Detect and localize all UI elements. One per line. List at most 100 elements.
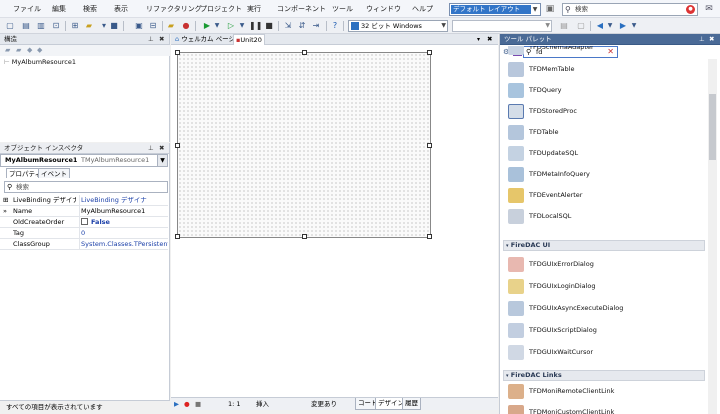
property-value[interactable]: System.Classes.TPersistent (79, 239, 168, 250)
close-all-icon[interactable]: ⊡ (50, 20, 62, 32)
menu-project[interactable]: プロジェクト (200, 4, 242, 14)
menu-help[interactable]: ヘルプ (412, 4, 433, 14)
pin-icon[interactable]: ⊥ (148, 34, 154, 45)
palette-item[interactable]: TFDLocalSQL (500, 206, 705, 227)
remove-file-icon[interactable]: ● (180, 20, 192, 32)
palette-item[interactable]: TFDMoniRemoteClientLink (500, 381, 705, 402)
palette-item[interactable]: TFDEventAlerter (500, 185, 705, 206)
palette-item[interactable]: TFDTable (500, 122, 705, 143)
tab-unit20[interactable]: ▪Unit20 (233, 34, 265, 45)
menu-refactor[interactable]: リファクタリング (146, 4, 202, 14)
layout-save-icon[interactable]: ▣ (544, 3, 556, 15)
palette-scrollbar-thumb[interactable] (709, 94, 716, 160)
stop-icon[interactable]: ■ (195, 398, 201, 410)
property-row[interactable]: Tag 0 (0, 228, 168, 239)
palette-item[interactable]: TFDSchemaAdapter (500, 46, 705, 58)
menu-edit[interactable]: 編集 (52, 4, 66, 14)
new-items-icon[interactable]: ▤ (20, 20, 32, 32)
inspector-search-input[interactable]: ⚲ 検索 (4, 181, 168, 193)
palette-item[interactable]: TFDGUIxErrorDialog (500, 254, 705, 275)
arrow-down-icon[interactable]: ◆ (37, 45, 42, 56)
pin-icon[interactable]: ⊥ (148, 143, 154, 154)
palette-category-firedac-ui[interactable]: ▾ FireDAC UI (503, 240, 705, 251)
palette-item[interactable]: TFDStoredProc (500, 101, 705, 122)
menu-tools[interactable]: ツール (332, 4, 353, 14)
resize-handle[interactable] (302, 50, 307, 55)
palette-item[interactable]: TFDUpdateSQL (500, 143, 705, 164)
menu-file[interactable]: ファイル (13, 4, 41, 14)
new-icon[interactable]: ▢ (4, 20, 16, 32)
build-icon[interactable]: ▤ (558, 20, 570, 32)
pin-icon[interactable]: ⊥ (699, 34, 705, 45)
palette-item[interactable]: TFDGUIxWaitCursor (500, 342, 705, 363)
palette-item[interactable]: TFDGUIxAsyncExecuteDialog (500, 298, 705, 319)
record-icon[interactable]: ● (184, 398, 190, 410)
menu-window[interactable]: ウィンドウ (366, 4, 401, 14)
resize-handle[interactable] (175, 143, 180, 148)
property-value[interactable]: MyAlbumResource1 (79, 206, 168, 217)
error-icon[interactable]: ● (686, 5, 695, 14)
tab-history[interactable]: 履歴 (402, 398, 421, 410)
property-row[interactable]: » Name MyAlbumResource1 (0, 206, 168, 217)
help-icon[interactable]: ? (329, 20, 341, 32)
back-dropdown-icon[interactable]: ▼ (604, 20, 616, 32)
data-module-form[interactable] (175, 50, 432, 239)
folder-icon[interactable]: ▰ (5, 45, 10, 56)
search-input[interactable]: ⚲ 検索 ● (562, 3, 698, 16)
property-row[interactable]: ClassGroup System.Classes.TPersistent (0, 239, 168, 250)
palette-item[interactable]: TFDMoniCustomClientLink (500, 402, 705, 414)
resize-handle[interactable] (302, 234, 307, 239)
trace-into-icon[interactable]: ⇵ (296, 20, 308, 32)
resize-handle[interactable] (175, 50, 180, 55)
palette-item[interactable]: TFDGUIxScriptDialog (500, 320, 705, 341)
layout-combo[interactable]: デフォルト レイアウト ▼ (449, 3, 541, 16)
save-all-icon[interactable]: ▣ (133, 20, 145, 32)
forward-dropdown-icon[interactable]: ▼ (628, 20, 640, 32)
palette-category-firedac-links[interactable]: ▾ FireDAC Links (503, 370, 705, 381)
property-value[interactable]: False (79, 217, 168, 228)
resize-handle[interactable] (427, 143, 432, 148)
save-icon[interactable]: ■ (108, 20, 120, 32)
close-icon[interactable]: ✖ (487, 34, 492, 45)
menu-run[interactable]: 実行 (247, 4, 261, 14)
expand-icon[interactable]: ⊞ (3, 195, 8, 206)
stop-icon[interactable]: ■ (263, 20, 275, 32)
folder-open-icon[interactable]: ▰ (16, 45, 21, 56)
pause-icon[interactable]: ❚❚ (249, 20, 262, 32)
palette-item[interactable]: TFDGUIxLoginDialog (500, 276, 705, 297)
property-row[interactable]: ⊞ LiveBinding デザイナ LiveBinding デザイナ (0, 195, 168, 206)
property-row[interactable]: OldCreateOrder False (0, 217, 168, 228)
palette-item[interactable]: TFDMemTable (500, 59, 705, 80)
grid-icon[interactable]: ⊞ (69, 20, 81, 32)
tab-welcome-page[interactable]: ⌂ ウェルカム ページ (173, 34, 237, 45)
object-selector[interactable]: MyAlbumResource1 TMyAlbumResource1 ▼ (0, 154, 168, 167)
checkbox[interactable] (81, 218, 88, 225)
property-value[interactable]: LiveBinding デザイナ (79, 195, 168, 206)
run-options-icon[interactable]: ▼ (236, 20, 248, 32)
menu-component[interactable]: コンポーネント (277, 4, 326, 14)
platform-combo[interactable]: 32 ビット Windows ▼ (348, 20, 448, 32)
menu-view[interactable]: 表示 (114, 4, 128, 14)
palette-item[interactable]: TFDMetaInfoQuery (500, 164, 705, 185)
remove-icon[interactable]: ⊟ (147, 20, 159, 32)
arrow-up-icon[interactable]: ◆ (27, 45, 32, 56)
play-icon[interactable]: ▶ (174, 398, 179, 410)
trace-to-line-icon[interactable]: ⇥ (310, 20, 322, 32)
tab-events[interactable]: イベント (38, 168, 70, 178)
close-icon[interactable]: ✖ (159, 143, 164, 154)
resize-handle[interactable] (427, 50, 432, 55)
open-icon[interactable]: ▰ (83, 20, 95, 32)
palette-item[interactable]: TFDQuery (500, 80, 705, 101)
windows-icon[interactable]: ▥ (35, 20, 47, 32)
resize-handle[interactable] (175, 234, 180, 239)
close-icon[interactable]: ✖ (159, 34, 164, 45)
tab-list-icon[interactable]: ▾ (477, 34, 480, 45)
configuration-combo[interactable]: ▼ (452, 20, 552, 32)
close-icon[interactable]: ✖ (709, 34, 714, 45)
menu-search[interactable]: 検索 (83, 4, 97, 14)
tree-item[interactable]: ⊢ MyAlbumResource1 (4, 58, 76, 66)
resize-handle[interactable] (427, 234, 432, 239)
add-file-icon[interactable]: ▰ (165, 20, 177, 32)
mail-icon[interactable]: ✉ (703, 3, 715, 15)
run-dropdown-icon[interactable]: ▼ (211, 20, 223, 32)
